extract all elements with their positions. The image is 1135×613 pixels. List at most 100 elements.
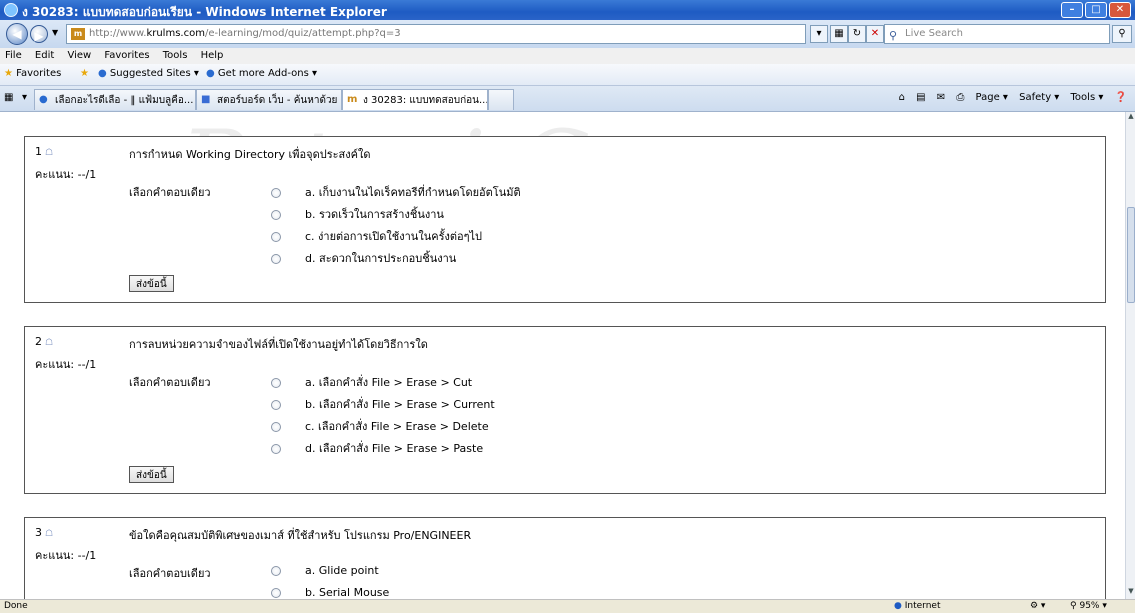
menu-view[interactable]: View [62, 48, 96, 61]
question-number: 2 ☖ [35, 335, 54, 348]
tab-2[interactable]: ■ สตอร์บอร์ด เว็บ - ค้นหาด้วย G... [196, 89, 342, 110]
option-c[interactable]: c. ง่ายต่อการเปิดใช้งานในครั้งต่อๆไป [271, 227, 482, 243]
question-text: การกำหนด Working Directory เพื่อจุดประสง… [129, 148, 371, 161]
radio-button[interactable] [271, 400, 281, 410]
address-dropdown-icon[interactable]: ▾ [810, 25, 828, 43]
close-button[interactable]: ✕ [1109, 2, 1131, 18]
quick-tabs-icon[interactable]: ▦ [4, 92, 13, 103]
radio-button[interactable] [271, 232, 281, 242]
radio-button[interactable] [271, 188, 281, 198]
flag-icon[interactable]: ☖ [45, 148, 53, 158]
favorites-button[interactable]: ★ Favorites [4, 68, 61, 79]
option-c[interactable]: c. เลือกคำสั่ง File > Erase > Delete [271, 417, 489, 433]
page-menu[interactable]: Page ▾ [976, 92, 1008, 103]
addons-label: Get more Add-ons ▾ [217, 68, 318, 79]
window-title-bar: ง 30283: แบบทดสอบก่อนเรียน - Windows Int… [0, 0, 1135, 20]
search-engine-icon: ■ [201, 94, 211, 105]
tab-3-active[interactable]: m ง 30283: แบบทดสอบก่อน...✕ [342, 89, 488, 110]
site-favicon-icon: m [347, 94, 358, 105]
radio-button[interactable] [271, 588, 281, 598]
submit-question-button[interactable]: ส่งข้อนี้ [129, 275, 174, 292]
question-1: 1 ☖ การกำหนด Working Directory เพื่อจุดปร… [24, 136, 1106, 303]
question-score: คะแนน: --/1 [35, 358, 97, 371]
search-placeholder: Live Search [905, 28, 963, 39]
menu-file[interactable]: File [0, 48, 27, 61]
back-button[interactable]: ◀ [6, 23, 28, 45]
radio-button[interactable] [271, 566, 281, 576]
star-icon: ★ [4, 68, 13, 79]
question-score: คะแนน: --/1 [35, 168, 97, 181]
refresh-icon[interactable]: ↻ [848, 25, 866, 43]
option-a[interactable]: a. เก็บงานในไดเร็คทอรีที่กำหนดโดยอัตโนมั… [271, 183, 521, 199]
new-tab-button[interactable] [488, 89, 514, 110]
question-score: คะแนน: --/1 [35, 549, 97, 562]
tab-1[interactable]: ● เลือกอะไรดีเลือ - ‖ แฟ้มบลูคือ... [34, 89, 196, 110]
compatibility-view-icon[interactable]: ▦ [830, 25, 848, 43]
option-a[interactable]: a. Glide point [271, 564, 379, 580]
zoom-level[interactable]: ⚲ 95% ▾ [1070, 601, 1107, 611]
scroll-up-icon[interactable]: ▲ [1126, 112, 1135, 124]
radio-button[interactable] [271, 210, 281, 220]
status-bar: Done ● Internet ⚙ ▾ ⚲ 95% ▾ [0, 599, 1135, 613]
scroll-down-icon[interactable]: ▼ [1126, 587, 1135, 599]
feeds-icon[interactable]: ▤ [916, 92, 925, 103]
question-number: 1 ☖ [35, 145, 54, 158]
security-zone[interactable]: ● Internet [894, 601, 940, 611]
answer-prompt: เลือกคำตอบเดียว [129, 376, 211, 389]
suggested-sites-label: Suggested Sites ▾ [109, 68, 199, 79]
submit-question-button[interactable]: ส่งข้อนี้ [129, 466, 174, 483]
search-icon: ⚲ [889, 29, 898, 42]
ie-page-icon: ● [98, 68, 107, 79]
status-text: Done [4, 601, 28, 611]
radio-button[interactable] [271, 422, 281, 432]
question-number: 3 ☖ [35, 526, 54, 539]
address-row: ◀ ▶ ▼ m http://www.krulms.com/e-learning… [0, 20, 1135, 48]
mail-icon[interactable]: ✉ [937, 92, 945, 103]
scrollbar-thumb[interactable] [1127, 207, 1135, 303]
radio-button[interactable] [271, 254, 281, 264]
tools-menu[interactable]: Tools ▾ [1071, 92, 1104, 103]
addons-link[interactable]: ● Get more Add-ons ▾ [206, 68, 317, 79]
menu-tools[interactable]: Tools [158, 48, 193, 61]
history-dropdown-icon[interactable]: ▼ [52, 28, 58, 37]
site-favicon-icon: m [71, 28, 85, 40]
tab-2-label: สตอร์บอร์ด เว็บ - ค้นหาด้วย G... [217, 95, 341, 106]
option-a[interactable]: a. เลือกคำสั่ง File > Erase > Cut [271, 373, 472, 389]
url-domain: krulms.com [146, 28, 205, 39]
option-b[interactable]: b. รวดเร็วในการสร้างชิ้นงาน [271, 205, 444, 221]
flag-icon[interactable]: ☖ [45, 338, 53, 348]
stop-icon[interactable]: ✕ [866, 25, 884, 43]
add-favorite-icon[interactable]: ★ [80, 68, 89, 79]
forward-button[interactable]: ▶ [30, 25, 48, 43]
print-icon[interactable]: ⎙ [956, 92, 964, 103]
answer-prompt: เลือกคำตอบเดียว [129, 186, 211, 199]
search-button[interactable]: ⚲ [1112, 25, 1132, 43]
home-icon[interactable]: ⌂ [899, 92, 905, 103]
ie-logo-icon [4, 3, 18, 17]
menu-edit[interactable]: Edit [30, 48, 59, 61]
option-d[interactable]: d. สะดวกในการประกอบชิ้นงาน [271, 249, 456, 265]
address-input[interactable]: m http://www.krulms.com/e-learning/mod/q… [66, 24, 806, 44]
protected-mode-icon[interactable]: ⚙ ▾ [1030, 601, 1045, 611]
minimize-button[interactable]: – [1061, 2, 1083, 18]
tab-row: ▦ ▾ ● เลือกอะไรดีเลือ - ‖ แฟ้มบลูคือ... … [0, 86, 1135, 112]
option-b[interactable]: b. เลือกคำสั่ง File > Erase > Current [271, 395, 495, 411]
option-b[interactable]: b. Serial Mouse [271, 586, 389, 599]
tab-list-icon[interactable]: ▾ [22, 92, 27, 103]
safety-menu[interactable]: Safety ▾ [1019, 92, 1059, 103]
radio-button[interactable] [271, 378, 281, 388]
suggested-sites-link[interactable]: ● Suggested Sites ▾ [98, 68, 199, 79]
menu-help[interactable]: Help [196, 48, 229, 61]
search-input[interactable]: ⚲ Live Search [884, 24, 1110, 44]
favorites-bar: ★ Favorites ★ ● Suggested Sites ▾ ● Get … [0, 64, 1135, 86]
maximize-button[interactable]: □ [1085, 2, 1107, 18]
vertical-scrollbar[interactable]: ▲ ▼ [1125, 112, 1135, 599]
ie-page-icon: ● [39, 94, 48, 105]
flag-icon[interactable]: ☖ [45, 529, 53, 539]
tab-3-label: ง 30283: แบบทดสอบก่อน... [363, 95, 488, 106]
radio-button[interactable] [271, 444, 281, 454]
menu-favorites[interactable]: Favorites [99, 48, 154, 61]
help-icon[interactable]: ❓ [1115, 92, 1127, 103]
question-3: 3 ☖ ข้อใดคือคุณสมบัติพิเศษของเมาส์ ที่ใช้… [24, 517, 1106, 599]
option-d[interactable]: d. เลือกคำสั่ง File > Erase > Paste [271, 439, 483, 455]
